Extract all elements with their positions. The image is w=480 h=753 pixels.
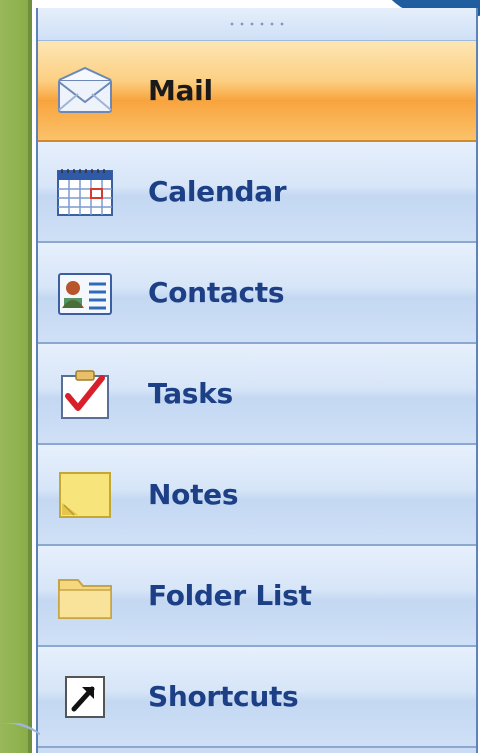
nav-item-notes[interactable]: Notes [38,445,476,546]
folder-icon [56,570,114,622]
nav-item-contacts[interactable]: Contacts [38,243,476,344]
left-accent-strip [0,0,32,753]
nav-item-calendar[interactable]: Calendar [38,142,476,243]
mail-envelope-icon [56,65,114,117]
nav-item-label: Shortcuts [148,680,299,713]
contact-card-icon [56,267,114,319]
task-checkmark-icon [56,368,114,420]
navigation-pane: Mail Calendar Contacts Tasks Notes Folde… [36,8,478,753]
calendar-icon [56,166,114,218]
nav-item-shortcuts[interactable]: Shortcuts [38,647,476,748]
nav-item-tasks[interactable]: Tasks [38,344,476,445]
nav-item-label: Calendar [148,175,287,208]
pane-resize-grip[interactable] [38,8,476,41]
shortcut-arrow-icon [56,671,114,723]
note-icon [56,469,114,521]
nav-item-folder-list[interactable]: Folder List [38,546,476,647]
nav-item-mail[interactable]: Mail [38,41,476,142]
nav-item-label: Tasks [148,377,233,410]
bottom-decoration [0,723,40,753]
nav-item-label: Folder List [148,579,312,612]
nav-item-label: Mail [148,74,213,107]
nav-item-label: Notes [148,478,239,511]
nav-item-label: Contacts [148,276,285,309]
